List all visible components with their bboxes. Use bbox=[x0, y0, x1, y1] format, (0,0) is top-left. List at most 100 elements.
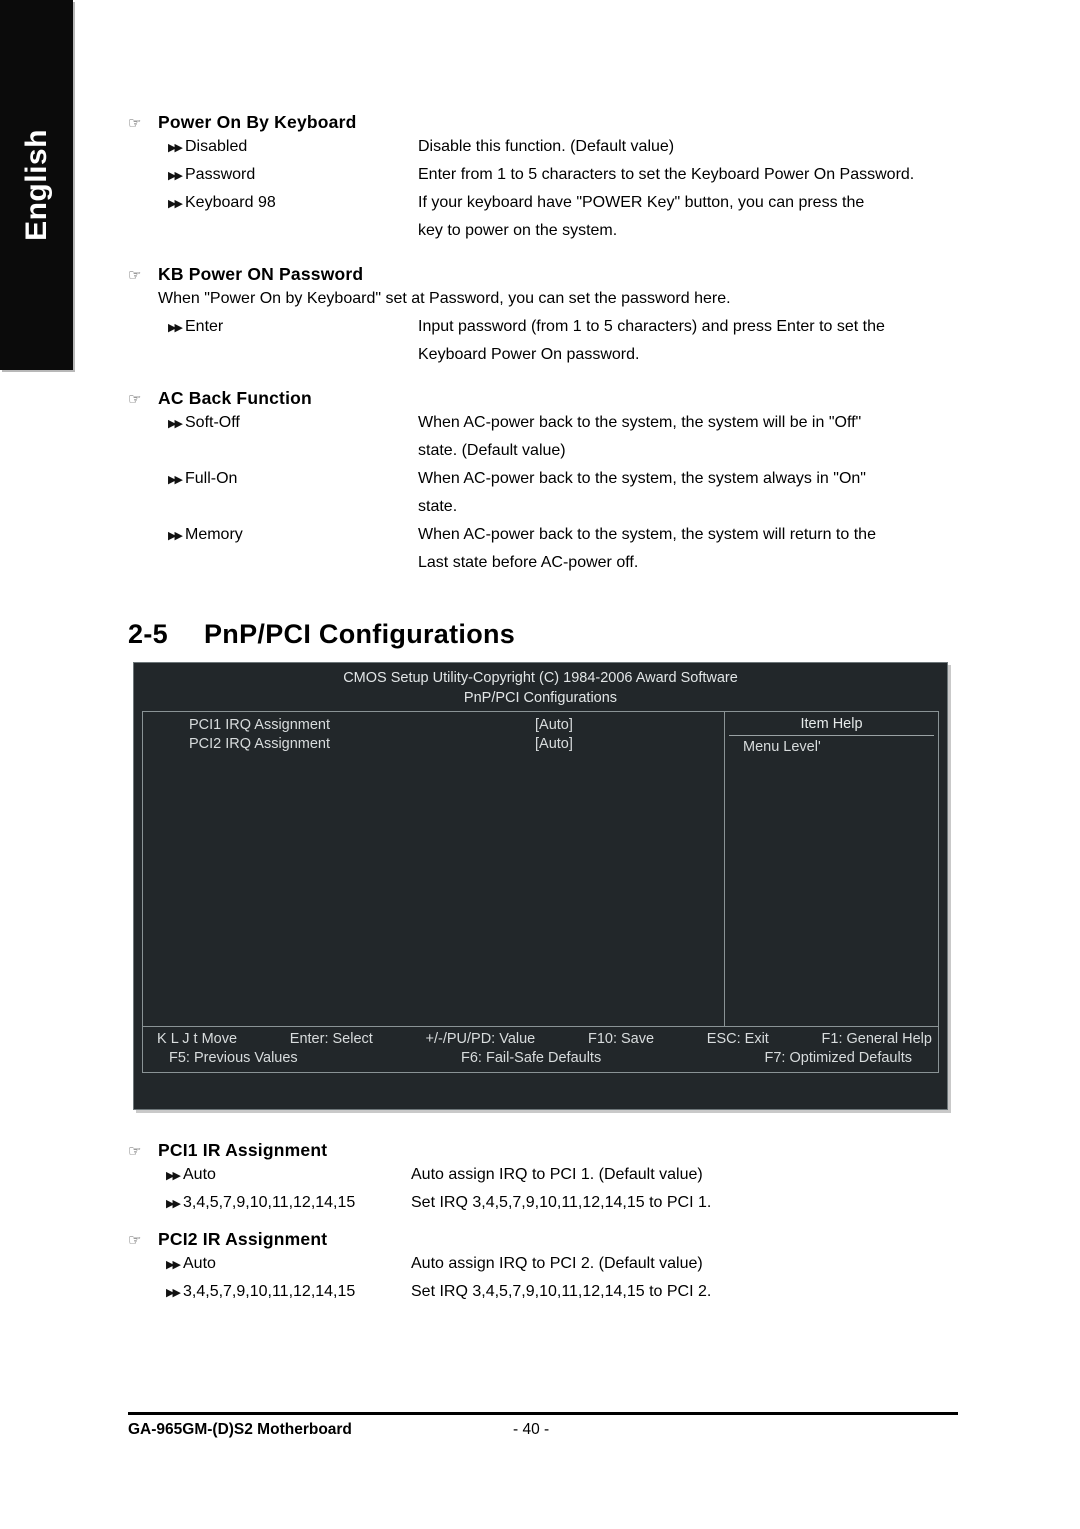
bios-setting-name: PCI2 IRQ Assignment bbox=[189, 735, 331, 752]
product-name: GA-965GM-(D)S2 Motherboard bbox=[128, 1421, 352, 1438]
option-description: Set IRQ 3,4,5,7,9,10,11,12,14,15 to PCI … bbox=[411, 1283, 712, 1300]
option-label: ▶▶ 3,4,5,7,9,10,11,12,14,15 bbox=[166, 1189, 411, 1217]
section-kb-power-on-password: ☞ KB Power ON Password When "Power On by… bbox=[128, 264, 958, 369]
option-row: ▶▶ Full-On When AC-power back to the sys… bbox=[128, 465, 958, 493]
option-label: ▶▶ Auto bbox=[166, 1250, 411, 1278]
option-label: ▶▶ Disabled bbox=[168, 133, 418, 161]
option-description: When AC-power back to the system, the sy… bbox=[418, 470, 866, 487]
bios-setting-value[interactable]: [Auto] bbox=[535, 735, 573, 754]
option-description-continued: state. bbox=[418, 498, 458, 515]
chapter-title: PnP/PCI Configurations bbox=[204, 619, 516, 649]
section-title: Power On By Keyboard bbox=[158, 112, 357, 132]
option-name: 3,4,5,7,9,10,11,12,14,15 bbox=[183, 1194, 356, 1211]
option-row: ▶▶ 3,4,5,7,9,10,11,12,14,15 Set IRQ 3,4,… bbox=[128, 1278, 958, 1306]
key-move: K L J t Move bbox=[157, 1031, 238, 1048]
option-description: Disable this function. (Default value) bbox=[418, 138, 675, 155]
bios-key-legend-line1: K L J t Move Enter: Select +/-/PU/PD: Va… bbox=[143, 1030, 938, 1049]
option-row: ▶▶ 3,4,5,7,9,10,11,12,14,15 Set IRQ 3,4,… bbox=[128, 1189, 958, 1217]
bios-settings-list: PCI1 IRQ Assignment [Auto] PCI2 IRQ Assi… bbox=[143, 712, 725, 1027]
section-heading: ☞ PCI2 IR Assignment bbox=[128, 1229, 958, 1250]
double-arrow-icon: ▶▶ bbox=[168, 530, 183, 542]
page-content-bottom: ☞ PCI1 IR Assignment ▶▶ Auto Auto assign… bbox=[128, 1140, 958, 1306]
double-arrow-icon: ▶▶ bbox=[166, 1198, 181, 1210]
pointing-hand-icon: ☞ bbox=[128, 115, 142, 132]
option-label: ▶▶ Password bbox=[168, 161, 418, 189]
option-description: When AC-power back to the system, the sy… bbox=[418, 414, 862, 431]
option-row: ▶▶ Password Enter from 1 to 5 characters… bbox=[128, 161, 958, 189]
footer-row: GA-965GM-(D)S2 Motherboard - 40 - bbox=[128, 1421, 958, 1439]
double-arrow-icon: ▶▶ bbox=[168, 198, 183, 210]
double-arrow-icon: ▶▶ bbox=[168, 474, 183, 486]
item-help-divider bbox=[729, 734, 934, 736]
option-row: ▶▶ Enter Input password (from 1 to 5 cha… bbox=[128, 313, 958, 341]
option-label: ▶▶ Memory bbox=[168, 521, 418, 549]
pointing-hand-icon: ☞ bbox=[128, 391, 142, 408]
footer-divider bbox=[128, 1412, 958, 1415]
option-row: ▶▶ Disabled Disable this function. (Defa… bbox=[128, 133, 958, 161]
bios-setting-row[interactable]: PCI1 IRQ Assignment [Auto] bbox=[143, 716, 724, 735]
bios-setting-value[interactable]: [Auto] bbox=[535, 716, 573, 735]
pointing-hand-icon: ☞ bbox=[128, 1143, 142, 1160]
option-name: Full-On bbox=[185, 470, 238, 487]
section-pci2-ir-assignment: ☞ PCI2 IR Assignment ▶▶ Auto Auto assign… bbox=[128, 1229, 958, 1306]
bios-title-line1: CMOS Setup Utility-Copyright (C) 1984-20… bbox=[343, 670, 738, 686]
option-name: Disabled bbox=[185, 138, 248, 155]
bios-body: PCI1 IRQ Assignment [Auto] PCI2 IRQ Assi… bbox=[142, 711, 939, 1028]
chapter-number: 2-5 bbox=[128, 619, 168, 649]
page-content: ☞ Power On By Keyboard ▶▶ Disabled Disab… bbox=[128, 0, 958, 650]
double-arrow-icon: ▶▶ bbox=[168, 170, 183, 182]
option-label: ▶▶ Enter bbox=[168, 313, 418, 341]
option-name: 3,4,5,7,9,10,11,12,14,15 bbox=[183, 1283, 356, 1300]
page-number: - 40 - bbox=[513, 1421, 550, 1438]
key-value: +/-/PU/PD: Value bbox=[425, 1031, 536, 1048]
key-f6-fail-safe-defaults: F6: Fail-Safe Defaults bbox=[460, 1049, 602, 1066]
menu-level-label: Menu Level' bbox=[743, 738, 821, 755]
key-f1-general-help: F1: General Help bbox=[821, 1031, 932, 1048]
double-arrow-icon: ▶▶ bbox=[168, 418, 183, 430]
language-tab-label: English bbox=[19, 129, 53, 241]
option-description-continued: Keyboard Power On password. bbox=[418, 346, 640, 363]
option-name: Password bbox=[185, 166, 256, 183]
option-description: If your keyboard have "POWER Key" button… bbox=[418, 194, 865, 211]
option-row: ▶▶ Soft-Off When AC-power back to the sy… bbox=[128, 409, 958, 437]
language-tab: English bbox=[0, 0, 73, 370]
bios-title-line2: PnP/PCI Configurations bbox=[463, 689, 618, 706]
option-name: Enter bbox=[185, 318, 224, 335]
item-help-title: Item Help bbox=[800, 716, 863, 733]
bios-key-legend: K L J t Move Enter: Select +/-/PU/PD: Va… bbox=[142, 1027, 939, 1073]
section-heading: ☞ KB Power ON Password bbox=[128, 264, 958, 285]
chapter-heading: 2-5 PnP/PCI Configurations bbox=[128, 619, 958, 650]
key-f10-save: F10: Save bbox=[587, 1031, 655, 1048]
key-f5-previous-values: F5: Previous Values bbox=[169, 1049, 298, 1066]
key-esc-exit: ESC: Exit bbox=[706, 1031, 769, 1048]
section-note: When "Power On by Keyboard" set at Passw… bbox=[158, 290, 731, 307]
section-heading: ☞ AC Back Function bbox=[128, 388, 958, 409]
option-name: Memory bbox=[185, 526, 243, 543]
bios-setting-row[interactable]: PCI2 IRQ Assignment [Auto] bbox=[143, 735, 724, 754]
section-ac-back-function: ☞ AC Back Function ▶▶ Soft-Off When AC-p… bbox=[128, 388, 958, 577]
option-description: Set IRQ 3,4,5,7,9,10,11,12,14,15 to PCI … bbox=[411, 1194, 712, 1211]
option-label: ▶▶ 3,4,5,7,9,10,11,12,14,15 bbox=[166, 1278, 411, 1306]
option-name: Soft-Off bbox=[185, 414, 240, 431]
section-title: AC Back Function bbox=[158, 388, 312, 408]
option-description: When AC-power back to the system, the sy… bbox=[418, 526, 876, 543]
option-label: ▶▶ Keyboard 98 bbox=[168, 189, 418, 217]
option-description: Enter from 1 to 5 characters to set the … bbox=[418, 166, 915, 183]
option-name: Keyboard 98 bbox=[185, 194, 276, 211]
double-arrow-icon: ▶▶ bbox=[166, 1170, 181, 1182]
section-power-on-by-keyboard: ☞ Power On By Keyboard ▶▶ Disabled Disab… bbox=[128, 112, 958, 245]
option-row: ▶▶ Memory When AC-power back to the syst… bbox=[128, 521, 958, 549]
option-description-continued: state. (Default value) bbox=[418, 442, 566, 459]
option-name: Auto bbox=[183, 1255, 216, 1272]
bios-key-legend-line2: F5: Previous Values F6: Fail-Safe Defaul… bbox=[143, 1049, 938, 1068]
double-arrow-icon: ▶▶ bbox=[166, 1287, 181, 1299]
option-row: ▶▶ Auto Auto assign IRQ to PCI 2. (Defau… bbox=[128, 1250, 958, 1278]
option-name: Auto bbox=[183, 1166, 216, 1183]
double-arrow-icon: ▶▶ bbox=[166, 1259, 181, 1271]
section-heading: ☞ Power On By Keyboard bbox=[128, 112, 958, 133]
section-pci1-ir-assignment: ☞ PCI1 IR Assignment ▶▶ Auto Auto assign… bbox=[128, 1140, 958, 1217]
option-description-continued: Last state before AC-power off. bbox=[418, 554, 639, 571]
